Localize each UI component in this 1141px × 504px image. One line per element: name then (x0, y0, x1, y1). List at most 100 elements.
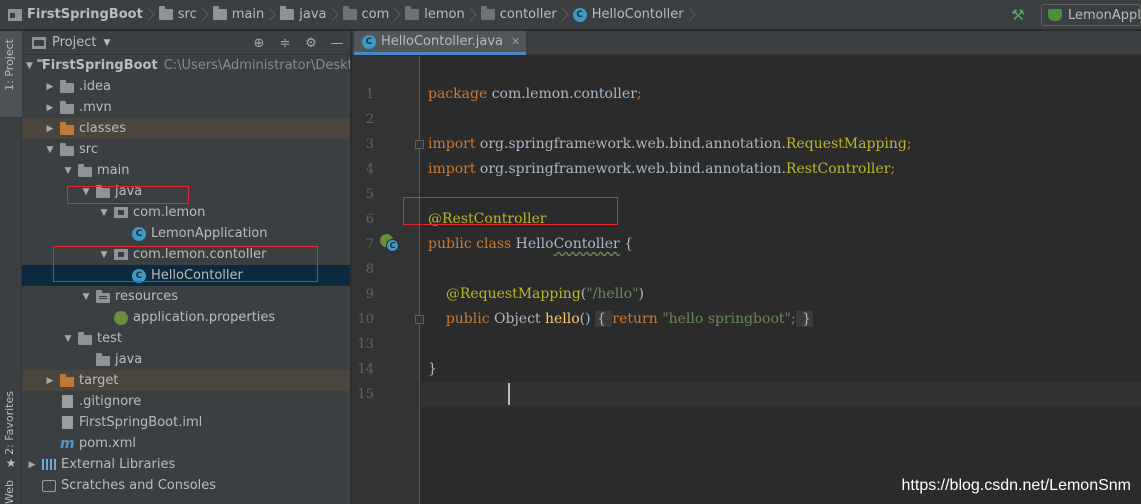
breadcrumb-label: java (299, 7, 327, 22)
collapse-arrow-icon[interactable]: ▶ (44, 376, 56, 386)
tree-node[interactable]: ▶ External Libraries (22, 454, 350, 475)
breadcrumb-item[interactable]: C HelloContoller (572, 0, 684, 30)
tree-node[interactable]: ▶ target (22, 370, 350, 391)
tree-node[interactable]: ▶ .mvn (22, 97, 350, 118)
line-number: 3 (365, 137, 374, 152)
expand-arrow-icon[interactable]: ▼ (44, 145, 56, 155)
breadcrumb-item[interactable]: main (212, 0, 265, 30)
folder-icon (78, 331, 92, 345)
folder-icon (60, 79, 74, 93)
tree-node[interactable]: C LemonApplication (22, 223, 350, 244)
source-folder-icon (96, 184, 110, 198)
close-icon[interactable]: ✕ (511, 35, 520, 48)
collapse-arrow-icon[interactable]: ▶ (44, 103, 56, 113)
breadcrumb-label: src (177, 7, 197, 22)
tree-node[interactable]: ▼ src (22, 139, 350, 160)
collapse-arrow-icon[interactable]: ▶ (44, 124, 56, 134)
tree-node[interactable]: ▼ com.lemon.contoller (22, 244, 350, 265)
folder-icon (158, 6, 173, 20)
spring-properties-icon (114, 310, 128, 325)
tree-node[interactable]: C HelloContoller (22, 265, 350, 286)
breadcrumb-item[interactable]: contoller (480, 0, 557, 30)
breadcrumb-label: contoller (499, 7, 557, 22)
run-configuration-selector[interactable]: LemonApplication (1041, 4, 1141, 26)
breadcrumb-item[interactable]: com (342, 0, 390, 30)
code-token: ; (890, 161, 896, 177)
tree-node-label: src (79, 142, 98, 157)
favorites-tool-tab[interactable]: 2: Favorites (0, 389, 22, 463)
fold-marker-icon[interactable] (415, 315, 424, 324)
expand-arrow-icon[interactable]: ▼ (98, 208, 110, 218)
breadcrumb-item[interactable]: java (280, 0, 327, 30)
favorites-tool-tab-label: 2: Favorites (3, 391, 16, 455)
tree-node-label: External Libraries (61, 457, 176, 472)
tree-node[interactable]: ▼ java (22, 181, 350, 202)
tree-node[interactable]: java (22, 349, 350, 370)
line-number: 13 (357, 337, 374, 352)
folder-icon (78, 163, 92, 177)
gear-icon[interactable]: ⚙ (302, 36, 320, 51)
expand-arrow-icon[interactable]: ▼ (80, 187, 92, 197)
project-view-icon (32, 36, 46, 49)
collapse-arrow-icon[interactable]: ▶ (26, 460, 38, 470)
collapse-arrow-icon[interactable]: ▶ (44, 82, 56, 92)
tree-node[interactable]: ▶ .idea (22, 76, 350, 97)
target-icon[interactable]: ⊕ (250, 36, 268, 51)
breadcrumb-item[interactable]: lemon (405, 0, 465, 30)
tree-node[interactable]: ▼ test (22, 328, 350, 349)
breadcrumb-item[interactable]: FirstSpringBoot (8, 0, 143, 30)
code-area[interactable]: package com.lemon.contoller; import org.s… (421, 55, 1141, 504)
code-token: ; (636, 86, 642, 102)
code-line: public Object hello() { return "hello sp… (421, 307, 1141, 332)
code-token: "hello springboot" (662, 311, 791, 327)
line-number: 10 (357, 312, 374, 327)
breadcrumb-label: com (361, 7, 390, 22)
fold-marker-icon[interactable] (415, 140, 424, 149)
web-tool-tab[interactable]: Web (0, 478, 22, 504)
code-token: return (612, 311, 663, 327)
expand-arrow-icon[interactable]: ▼ (26, 61, 33, 71)
code-token: RestController (785, 161, 891, 177)
tree-node-label: .mvn (79, 100, 112, 115)
tree-node[interactable]: application.properties (22, 307, 350, 328)
star-icon[interactable]: ★ (0, 456, 22, 474)
expand-arrow-icon[interactable]: ▼ (62, 166, 74, 176)
tree-node[interactable]: ▼ com.lemon (22, 202, 350, 223)
tree-node[interactable]: .gitignore (22, 391, 350, 412)
breadcrumb-item[interactable]: src (158, 0, 197, 30)
tree-node-label: resources (115, 289, 179, 304)
expand-arrow-icon[interactable]: ▼ (80, 292, 92, 302)
code-editor[interactable]: C 1 2 3 4 5 6 7 8 9 10 13 14 15 package com.lemon.co… (352, 55, 1141, 504)
project-view-title[interactable]: Project (52, 35, 96, 50)
tree-node-label: Scratches and Consoles (61, 478, 217, 493)
tree-node[interactable]: Scratches and Consoles (22, 475, 350, 496)
editor-tab-bar: C HelloContoller.java ✕ (352, 31, 1141, 55)
tree-node-label: target (79, 373, 119, 388)
class-icon: C (572, 7, 587, 22)
resources-folder-icon (96, 289, 110, 303)
tree-node[interactable]: ▼ FirstSpringBoot C:\Users\Administrator\D… (22, 55, 350, 76)
line-number: 4 (365, 162, 374, 177)
chevron-down-icon[interactable]: ▼ (103, 38, 110, 48)
watermark: https://blog.csdn.net/LemonSnm (901, 477, 1131, 494)
expand-arrow-icon[interactable]: ▼ (62, 334, 74, 344)
breadcrumb-separator-icon (392, 0, 401, 30)
editor-tab-hellocontoller[interactable]: C HelloContoller.java ✕ (354, 31, 527, 55)
project-tool-tab[interactable]: 1: Project (0, 31, 22, 117)
collapse-icon[interactable]: ≑ (276, 36, 294, 51)
spring-bean-gutter-icon[interactable]: C (380, 234, 399, 252)
tree-node[interactable]: ▼ main (22, 160, 350, 181)
tree-node[interactable]: ▶ classes (22, 118, 350, 139)
expand-arrow-icon[interactable]: ▼ (98, 250, 110, 260)
tree-node[interactable]: ▼ resources (22, 286, 350, 307)
breadcrumb-separator-icon (200, 0, 209, 30)
breadcrumb-label: main (231, 7, 265, 22)
editor-gutter: C 1 2 3 4 5 6 7 8 9 10 13 14 15 (352, 55, 420, 504)
tree-node[interactable]: m pom.xml (22, 433, 350, 454)
web-tool-tab-label: Web (3, 480, 16, 504)
hammer-icon[interactable]: ⚒ (1007, 4, 1029, 26)
tree-node[interactable]: FirstSpringBoot.iml (22, 412, 350, 433)
hide-icon[interactable]: — (328, 36, 346, 51)
folder-icon (280, 6, 295, 20)
